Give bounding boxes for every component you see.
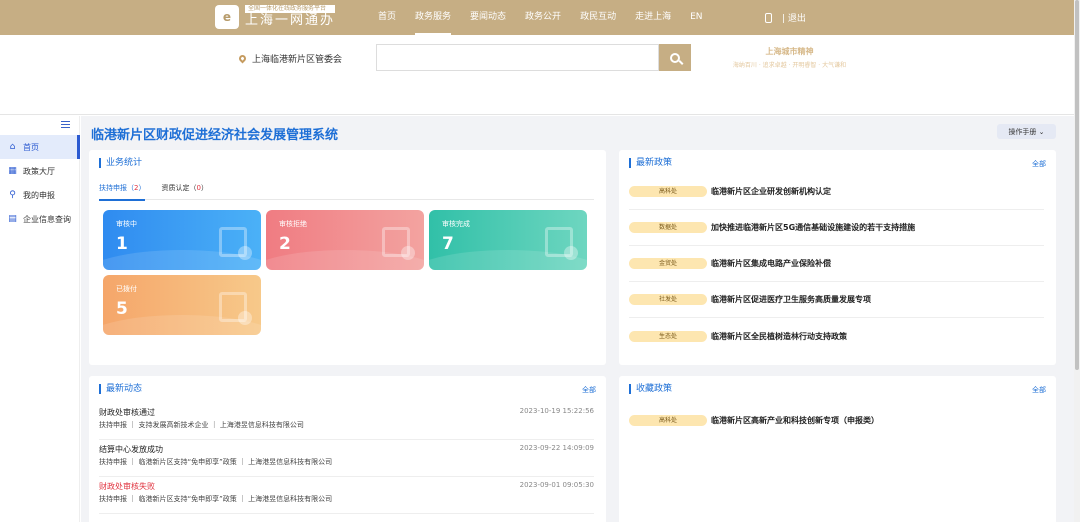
latest-policies-card: 最新政策 全部 高科处 临港新片区企业研发创新机构认定 数据处 加快推进临港新片… bbox=[619, 150, 1056, 365]
sidebar-item-home[interactable]: ⌂ 首页 bbox=[0, 135, 80, 159]
view-all-link[interactable]: 全部 bbox=[582, 385, 596, 395]
stat-tile-rejected[interactable]: 审核拒绝 2 bbox=[266, 210, 424, 270]
logout-link[interactable]: | 退出 bbox=[782, 11, 806, 24]
policy-item[interactable]: 高科处 临港新片区高新产业和科技创新专项（申报类） bbox=[629, 402, 1044, 438]
city-spirit-subtitle: 海纳百川 · 追求卓越 · 开明睿智 · 大气谦和 bbox=[732, 62, 847, 69]
news-detail: 扶持申报 ｜ 临港新片区支持“免申即享”政策 ｜ 上海港昱信息科技有限公司 bbox=[99, 495, 333, 503]
favorite-policies-card: 收藏政策 全部 高科处 临港新片区高新产业和科技创新专项（申报类） bbox=[619, 376, 1056, 522]
sidebar-item-label: 我的申报 bbox=[23, 190, 55, 200]
document-check-icon bbox=[545, 227, 578, 260]
manual-button[interactable]: 操作手册 ⌄ bbox=[997, 124, 1056, 139]
department-badge: 生态处 bbox=[629, 330, 707, 342]
page-scrollbar[interactable] bbox=[1074, 0, 1080, 522]
nav-interaction[interactable]: 政民互动 bbox=[580, 0, 616, 35]
search-icon: ⚲ bbox=[9, 189, 16, 200]
card-title: 最新政策 bbox=[629, 158, 672, 168]
city-spirit-banner: 上海城市精神 海纳百川 · 追求卓越 · 开明睿智 · 大气谦和 bbox=[722, 46, 857, 69]
tab-qualification[interactable]: 资质认定（0） bbox=[161, 180, 207, 200]
news-title: 财政处审核通过 bbox=[99, 408, 155, 417]
policy-item[interactable]: 数据处 加快推进临港新片区5G通信基础设施建设的若干支持措施 bbox=[629, 210, 1044, 246]
card-title: 收藏政策 bbox=[629, 384, 672, 394]
search-button[interactable] bbox=[659, 44, 691, 71]
department-badge: 高科处 bbox=[629, 414, 707, 426]
sidebar-item-my-applications[interactable]: ⚲ 我的申报 bbox=[0, 183, 80, 207]
policy-title: 临港新片区高新产业和科技创新专项（申报类） bbox=[711, 415, 879, 425]
location-pin-icon bbox=[237, 53, 248, 64]
policy-item[interactable]: 高科处 临港新片区企业研发创新机构认定 bbox=[629, 174, 1044, 210]
news-detail: 扶持申报 ｜ 支持发展高新技术企业 ｜ 上海港昱信息科技有限公司 bbox=[99, 421, 304, 429]
sidebar-item-policy-hall[interactable]: ▦ 政策大厅 bbox=[0, 159, 80, 183]
page-title: 临港新片区财政促进经济社会发展管理系统 bbox=[91, 128, 339, 143]
news-item[interactable]: 财政处审核失败 2023-09-01 09:05:30 扶持申报 ｜ 临港新片区… bbox=[99, 477, 594, 514]
department-badge: 高科处 bbox=[629, 186, 707, 197]
stats-tabs: 扶持申报（2） 资质认定（0） bbox=[99, 180, 594, 201]
nav-government-services[interactable]: 政务服务 bbox=[415, 0, 452, 35]
mobile-icon[interactable] bbox=[765, 12, 772, 23]
logo-title: 上海一网通办 bbox=[245, 13, 336, 28]
news-time: 2023-10-19 15:22:56 bbox=[519, 407, 594, 415]
logo-emblem-icon: e bbox=[215, 5, 239, 29]
nav-about-shanghai[interactable]: 走进上海 bbox=[635, 0, 671, 35]
grid-icon: ▦ bbox=[8, 165, 17, 176]
nav-news[interactable]: 要闻动态 bbox=[470, 0, 506, 35]
news-time: 2023-09-01 09:05:30 bbox=[519, 481, 594, 489]
latest-news-card: 最新动态 全部 财政处审核通过 2023-10-19 15:22:56 扶持申报… bbox=[89, 376, 606, 522]
nav-english[interactable]: EN bbox=[690, 0, 702, 35]
main-nav: 首页 政务服务 要闻动态 政务公开 政民互动 走进上海 EN bbox=[378, 0, 722, 35]
stat-tile-reviewing[interactable]: 审核中 1 bbox=[103, 210, 261, 270]
document-icon: ▤ bbox=[8, 213, 17, 224]
news-item[interactable]: 结算中心发放成功 2023-09-22 14:09:09 扶持申报 ｜ 临港新片… bbox=[99, 440, 594, 477]
policy-item[interactable]: 金贸处 临港新片区集成电路产业保险补偿 bbox=[629, 246, 1044, 282]
card-title: 最新动态 bbox=[99, 384, 142, 394]
sidebar-item-label: 政策大厅 bbox=[23, 166, 55, 176]
nav-home[interactable]: 首页 bbox=[378, 0, 396, 35]
city-spirit-title: 上海城市精神 bbox=[765, 47, 814, 56]
department-badge: 金贸处 bbox=[629, 258, 707, 269]
news-time: 2023-09-22 14:09:09 bbox=[519, 444, 594, 452]
home-icon: ⌂ bbox=[9, 141, 16, 152]
chevron-down-icon: ⌄ bbox=[1038, 127, 1045, 136]
location-selector[interactable]: 上海临港新片区管委会 bbox=[237, 52, 343, 65]
stat-tile-paid[interactable]: 已拨付 5 bbox=[103, 275, 261, 335]
location-label: 上海临港新片区管委会 bbox=[252, 55, 343, 65]
news-title: 结算中心发放成功 bbox=[99, 445, 163, 454]
search-header: 上海临港新片区管委会 上海城市精神 海纳百川 · 追求卓越 · 开明睿智 · 大… bbox=[0, 35, 1074, 115]
news-item[interactable]: 财政处审核通过 2023-10-19 15:22:56 扶持申报 ｜ 支持发展高… bbox=[99, 403, 594, 440]
top-nav-bar: e 全国一体化在线政务服务平台 上海一网通办 首页 政务服务 要闻动态 政务公开… bbox=[0, 0, 1074, 35]
policy-title: 加快推进临港新片区5G通信基础设施建设的若干支持措施 bbox=[711, 223, 916, 232]
department-badge: 社发处 bbox=[629, 294, 707, 305]
site-logo[interactable]: e 全国一体化在线政务服务平台 上海一网通办 bbox=[215, 5, 336, 29]
search-input[interactable] bbox=[376, 44, 659, 71]
stat-tile-completed[interactable]: 审核完成 7 bbox=[429, 210, 587, 270]
policy-title: 临港新片区企业研发创新机构认定 bbox=[711, 187, 831, 196]
menu-toggle-icon[interactable] bbox=[61, 121, 70, 128]
scrollbar-thumb[interactable] bbox=[1075, 0, 1079, 370]
document-reject-icon bbox=[382, 227, 415, 260]
main-content: 临港新片区财政促进经济社会发展管理系统 操作手册 ⌄ 业务统计 扶持申报（2） … bbox=[81, 116, 1074, 522]
sidebar-item-company-query[interactable]: ▤ 企业信息查询 bbox=[0, 207, 80, 231]
news-title: 财政处审核失败 bbox=[99, 482, 155, 491]
currency-shield-icon bbox=[219, 292, 252, 325]
policy-item[interactable]: 社发处 临港新片区促进医疗卫生服务高质量发展专项 bbox=[629, 282, 1044, 318]
logo-subtitle: 全国一体化在线政务服务平台 bbox=[245, 5, 336, 13]
policy-item[interactable]: 生态处 临港新片区全民植树造林行动支持政策 bbox=[629, 318, 1044, 354]
stats-card: 业务统计 扶持申报（2） 资质认定（0） 审核中 1 审核拒绝 2 审核完成 7 bbox=[89, 150, 606, 365]
nav-open-government[interactable]: 政务公开 bbox=[525, 0, 561, 35]
policy-title: 临港新片区全民植树造林行动支持政策 bbox=[711, 331, 847, 341]
news-detail: 扶持申报 ｜ 临港新片区支持“免申即享”政策 ｜ 上海港昱信息科技有限公司 bbox=[99, 458, 333, 466]
department-badge: 数据处 bbox=[629, 222, 707, 233]
policy-title: 临港新片区促进医疗卫生服务高质量发展专项 bbox=[711, 295, 871, 304]
sidebar-item-label: 首页 bbox=[23, 142, 39, 152]
card-title: 业务统计 bbox=[99, 158, 142, 168]
policy-title: 临港新片区集成电路产业保险补偿 bbox=[711, 259, 831, 268]
sidebar: ⌂ 首页 ▦ 政策大厅 ⚲ 我的申报 ▤ 企业信息查询 bbox=[0, 116, 80, 522]
search-icon bbox=[670, 52, 680, 63]
view-all-link[interactable]: 全部 bbox=[1032, 159, 1046, 169]
tab-support-application[interactable]: 扶持申报（2） bbox=[99, 180, 146, 201]
view-all-link[interactable]: 全部 bbox=[1032, 385, 1046, 395]
document-clock-icon bbox=[219, 227, 252, 260]
sidebar-item-label: 企业信息查询 bbox=[23, 214, 71, 224]
